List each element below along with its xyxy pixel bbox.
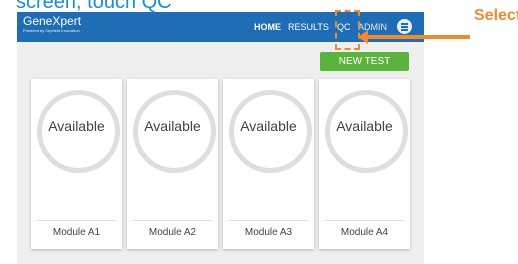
qc-highlight-box	[335, 10, 360, 50]
brand-tagline: Powered by Cepheid Innovation	[23, 28, 80, 33]
nav-home[interactable]: HOME	[254, 22, 281, 32]
brand-logo: GeneXpert Powered by Cepheid Innovation	[23, 14, 82, 34]
module-label: Module A1	[52, 227, 101, 238]
divider	[133, 220, 212, 221]
hamburger-menu-icon[interactable]	[397, 19, 412, 34]
module-card-a4[interactable]: Available Module A4	[319, 79, 410, 249]
select-callout: Select	[474, 7, 518, 24]
divider	[229, 220, 308, 221]
new-test-button[interactable]: NEW TEST	[320, 52, 409, 71]
module-label: Module A2	[148, 227, 197, 238]
divider	[325, 220, 404, 221]
pointer-arrow-shaft	[364, 35, 470, 39]
nav-results[interactable]: RESULTS	[288, 22, 329, 32]
divider	[37, 220, 116, 221]
brand-name: GeneXpert	[23, 14, 82, 28]
menu-line	[401, 26, 408, 28]
menu-line	[401, 29, 408, 31]
module-label: Module A3	[244, 227, 293, 238]
module-status: Available	[240, 118, 297, 134]
pointer-arrow-head	[358, 30, 368, 44]
module-status: Available	[48, 118, 105, 134]
module-card-a2[interactable]: Available Module A2	[127, 79, 218, 249]
menu-line	[401, 23, 408, 25]
module-status: Available	[336, 118, 393, 134]
module-card-a3[interactable]: Available Module A3	[223, 79, 314, 249]
module-status: Available	[144, 118, 201, 134]
module-card-a1[interactable]: Available Module A1	[31, 79, 122, 249]
genexpert-screen: GeneXpert Powered by Cepheid Innovation …	[17, 12, 424, 264]
module-label: Module A4	[340, 227, 389, 238]
